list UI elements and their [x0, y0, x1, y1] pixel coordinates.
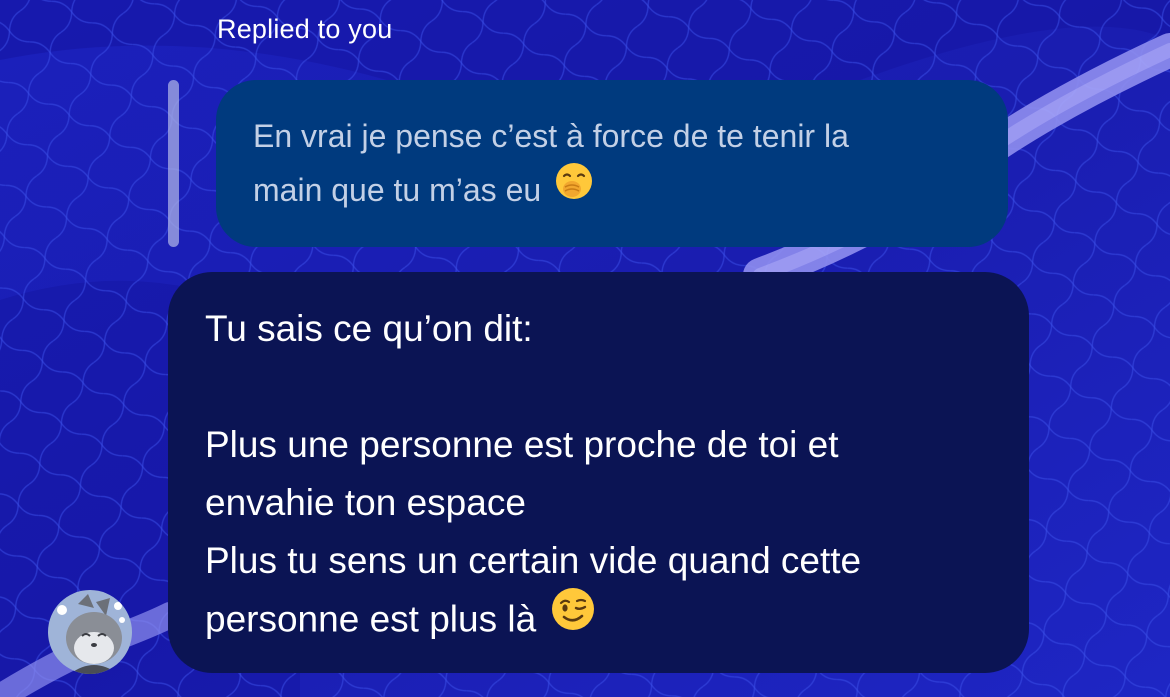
quoted-message-line: main que tu m’as eu — [253, 161, 972, 221]
message-line: Tu sais ce qu’on dit: — [205, 308, 533, 349]
quoted-message-text: main que tu m’as eu — [253, 172, 542, 208]
message-line: personne est plus là — [205, 588, 999, 653]
message-bubble[interactable]: Tu sais ce qu’on dit: Plus une personne … — [168, 272, 1029, 673]
reply-indicator-bar — [168, 80, 179, 247]
message-line: Plus une personne est proche de toi et — [205, 424, 839, 465]
sender-avatar[interactable] — [48, 590, 132, 674]
quoted-message-line: En vrai je pense c’est à force de te ten… — [253, 118, 849, 154]
face-with-hand-over-mouth-icon — [554, 161, 594, 217]
quoted-message-bubble[interactable]: En vrai je pense c’est à force de te ten… — [216, 80, 1008, 247]
message-text: personne est plus là — [205, 598, 537, 640]
message-line: envahie ton espace — [205, 482, 526, 523]
message-line: Plus tu sens un certain vide quand cette — [205, 540, 862, 581]
winking-face-icon — [550, 586, 596, 649]
replied-to-you-label: Replied to you — [217, 14, 393, 44]
